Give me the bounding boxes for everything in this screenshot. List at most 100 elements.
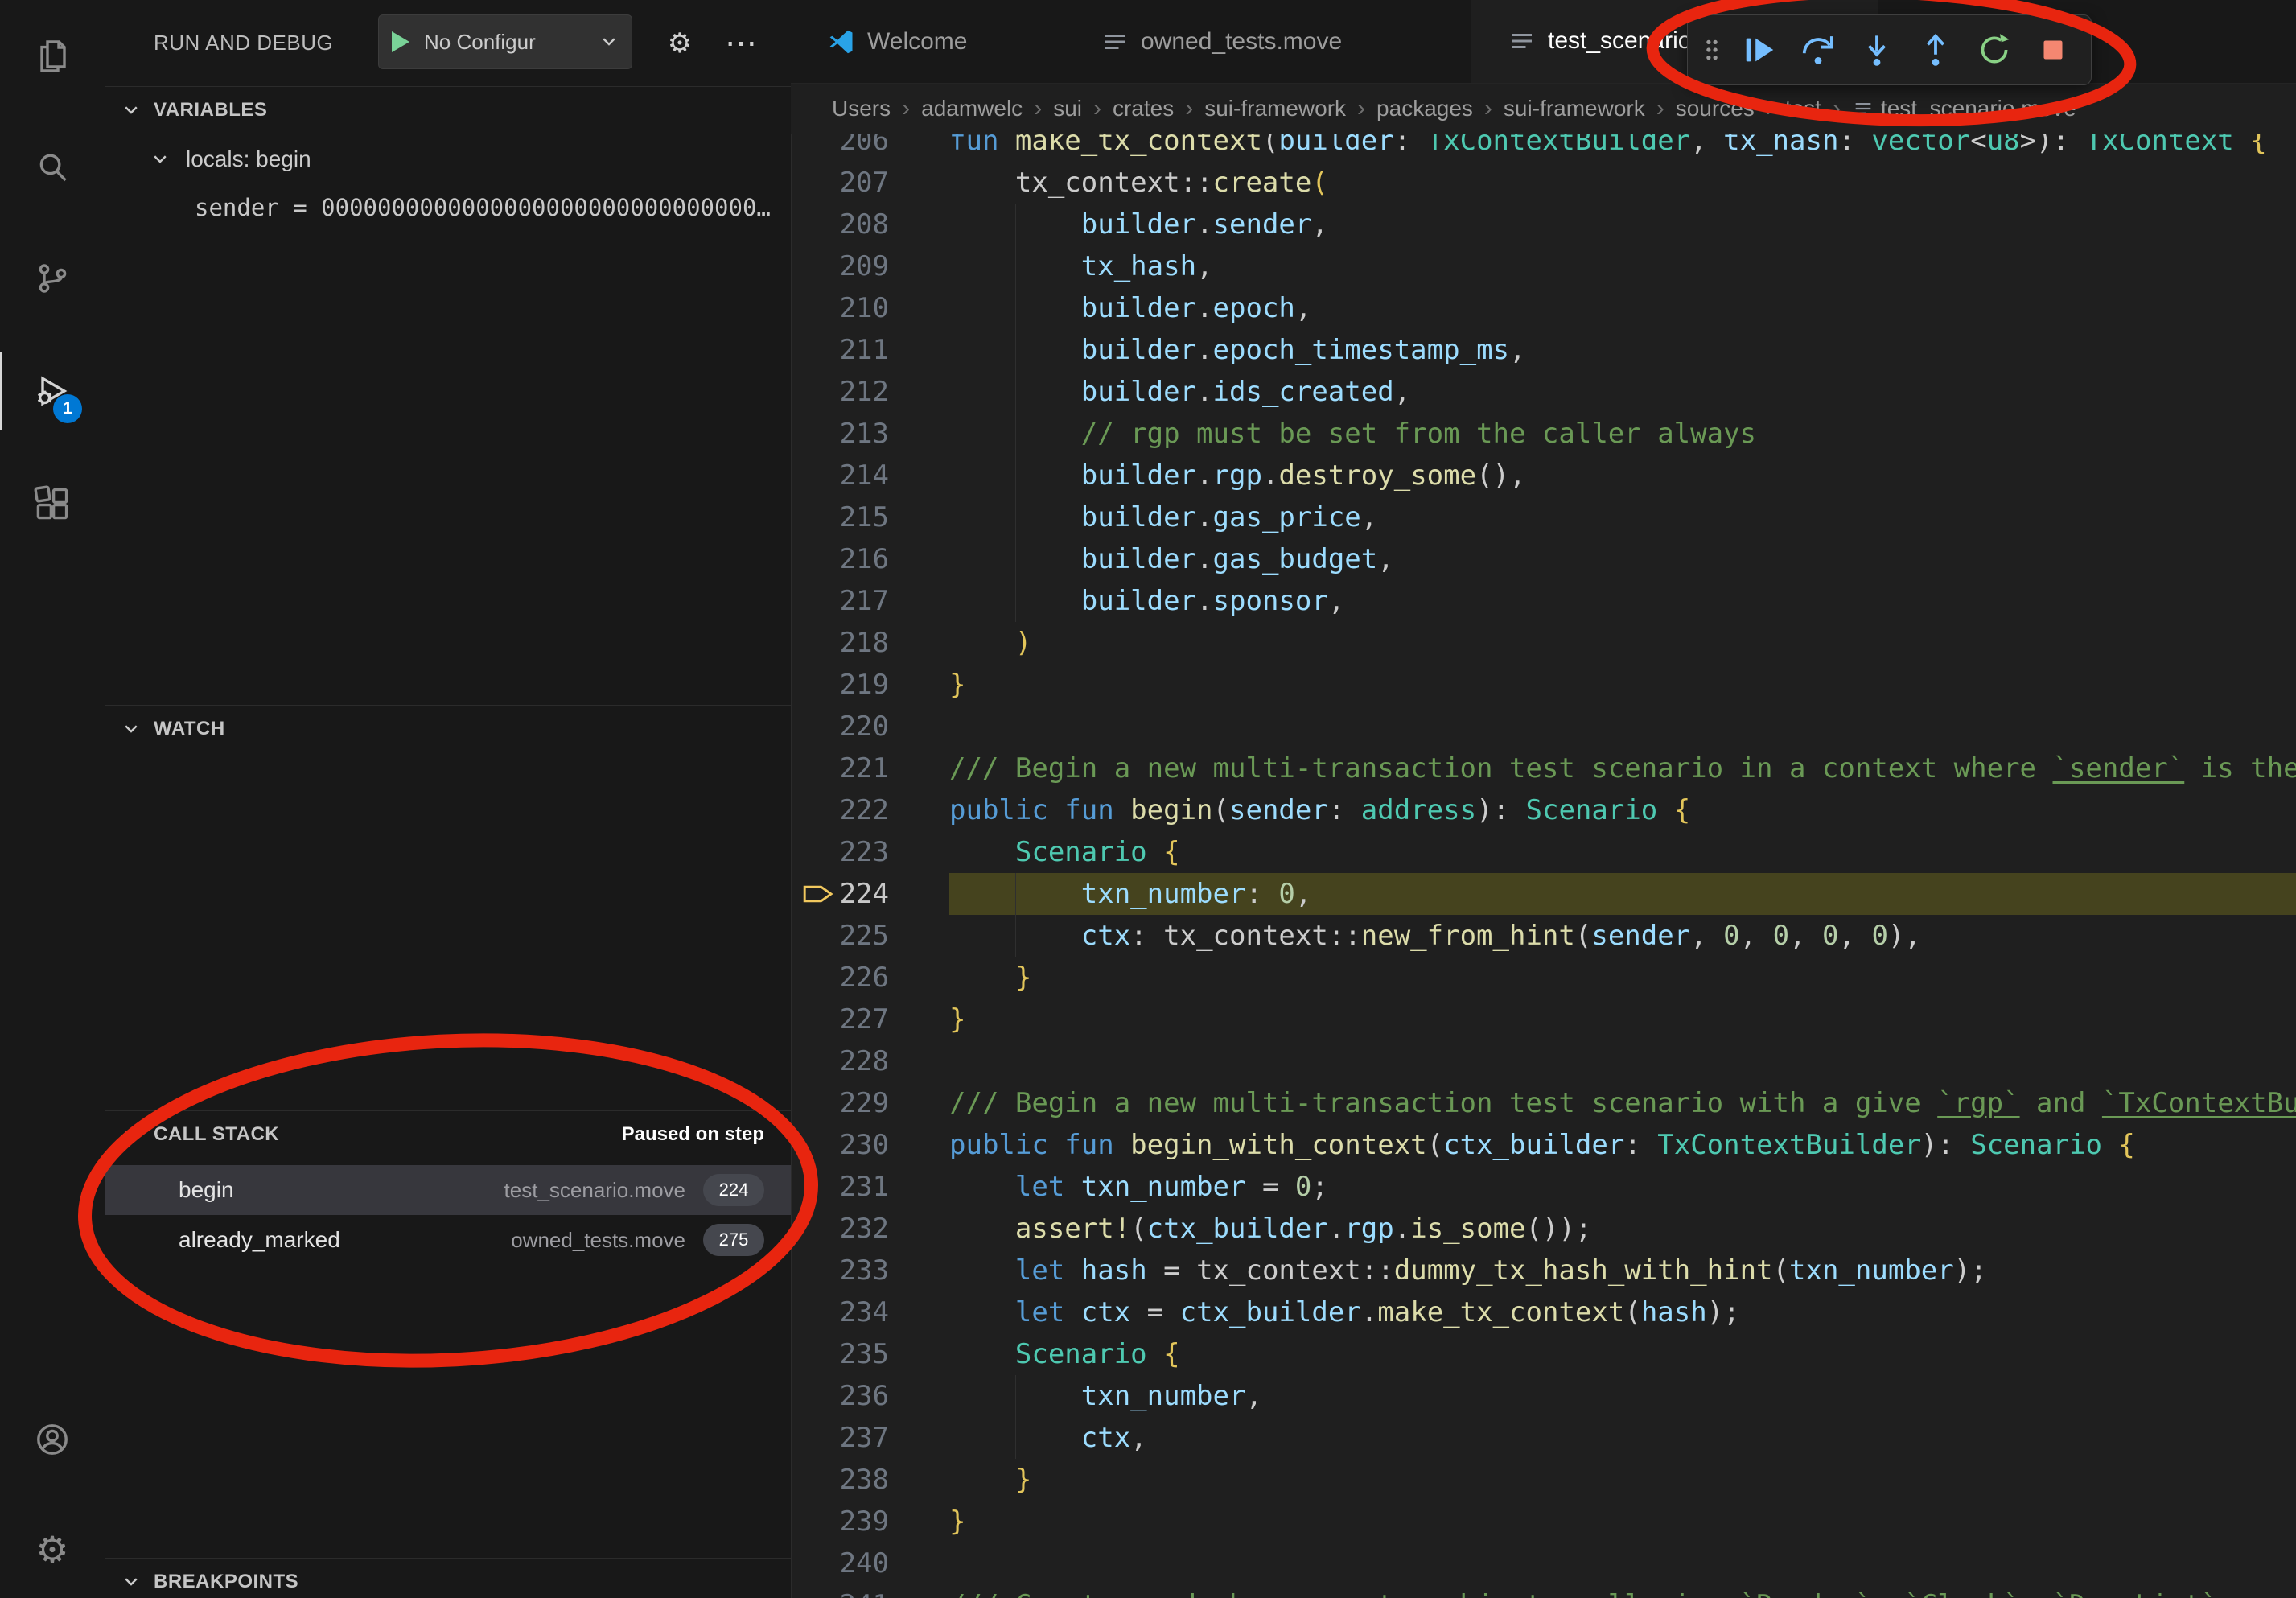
- editor-gutter[interactable]: 222: [791, 789, 949, 831]
- code-line-210[interactable]: 210 builder.epoch,: [791, 287, 2296, 329]
- code-text[interactable]: // rgp must be set from the caller alway…: [949, 413, 2296, 455]
- variables-section-header[interactable]: VARIABLES: [105, 86, 791, 134]
- tab-owned-tests-move[interactable]: owned_tests.move: [1064, 0, 1471, 83]
- editor-gutter[interactable]: 235: [791, 1333, 949, 1375]
- code-line-240[interactable]: 240: [791, 1542, 2296, 1584]
- editor-gutter[interactable]: 221: [791, 748, 949, 789]
- step-over-button[interactable]: [1788, 21, 1847, 79]
- search-icon[interactable]: [0, 129, 105, 206]
- code-text[interactable]: public fun begin_with_context(ctx_builde…: [949, 1124, 2296, 1166]
- code-line-241[interactable]: 241/// Creates and shares system objects…: [791, 1584, 2296, 1598]
- editor-gutter[interactable]: 207: [791, 162, 949, 204]
- step-out-button[interactable]: [1906, 21, 1965, 79]
- code-text[interactable]: builder.epoch_timestamp_ms,: [949, 329, 2296, 371]
- code-text[interactable]: ): [949, 622, 2296, 664]
- code-line-219[interactable]: 219}: [791, 664, 2296, 706]
- editor-gutter[interactable]: 215: [791, 496, 949, 538]
- code-line-220[interactable]: 220: [791, 706, 2296, 748]
- editor-gutter[interactable]: 226: [791, 957, 949, 999]
- code-line-237[interactable]: 237 ctx,: [791, 1417, 2296, 1459]
- code-text[interactable]: [949, 1040, 2296, 1082]
- code-text[interactable]: let ctx = ctx_builder.make_tx_context(ha…: [949, 1291, 2296, 1333]
- code-text[interactable]: [949, 1542, 2296, 1584]
- code-line-223[interactable]: 223 Scenario {: [791, 831, 2296, 873]
- line-number[interactable]: 212: [840, 376, 889, 408]
- code-text[interactable]: ctx,: [949, 1417, 2296, 1459]
- code-line-211[interactable]: 211 builder.epoch_timestamp_ms,: [791, 329, 2296, 371]
- code-line-208[interactable]: 208 builder.sender,: [791, 204, 2296, 245]
- editor-gutter[interactable]: 211: [791, 329, 949, 371]
- tab-welcome[interactable]: Welcome: [791, 0, 1064, 83]
- run-and-debug-icon[interactable]: 1: [0, 352, 105, 430]
- editor-gutter[interactable]: 239: [791, 1501, 949, 1542]
- call-stack-section-header[interactable]: CALL STACK Paused on step: [105, 1110, 791, 1158]
- editor-gutter[interactable]: 237: [791, 1417, 949, 1459]
- code-line-232[interactable]: 232 assert!(ctx_builder.rgp.is_some());: [791, 1208, 2296, 1250]
- line-number[interactable]: 227: [840, 1003, 889, 1036]
- continue-button[interactable]: [1730, 21, 1788, 79]
- code-text[interactable]: /// Begin a new multi-transaction test s…: [949, 1082, 2296, 1124]
- line-number[interactable]: 234: [840, 1296, 889, 1328]
- editor-gutter[interactable]: 238: [791, 1459, 949, 1501]
- debug-configuration-dropdown[interactable]: No Configur: [378, 14, 632, 69]
- line-number[interactable]: 233: [840, 1254, 889, 1287]
- line-number[interactable]: 218: [840, 627, 889, 659]
- extensions-icon[interactable]: [0, 465, 105, 542]
- line-number[interactable]: 235: [840, 1338, 889, 1370]
- breadcrumb-item[interactable]: crates: [1113, 96, 1174, 121]
- breadcrumb-item[interactable]: packages: [1376, 96, 1473, 121]
- editor-gutter[interactable]: 228: [791, 1040, 949, 1082]
- breakpoints-section-header[interactable]: BREAKPOINTS: [105, 1558, 791, 1598]
- line-number[interactable]: 209: [840, 250, 889, 282]
- code-text[interactable]: builder.rgp.destroy_some(),: [949, 455, 2296, 496]
- code-text[interactable]: assert!(ctx_builder.rgp.is_some());: [949, 1208, 2296, 1250]
- breadcrumb-item[interactable]: Users: [832, 96, 891, 121]
- editor-gutter[interactable]: 227: [791, 999, 949, 1040]
- code-line-214[interactable]: 214 builder.rgp.destroy_some(),: [791, 455, 2296, 496]
- code-text[interactable]: [949, 706, 2296, 748]
- code-text[interactable]: builder.gas_price,: [949, 496, 2296, 538]
- editor-gutter[interactable]: 214: [791, 455, 949, 496]
- settings-gear-icon[interactable]: ⚙: [0, 1511, 105, 1588]
- line-number[interactable]: 210: [840, 292, 889, 324]
- line-number[interactable]: 215: [840, 501, 889, 533]
- line-number[interactable]: 213: [840, 418, 889, 450]
- code-text[interactable]: builder.sponsor,: [949, 580, 2296, 622]
- editor-gutter[interactable]: 208: [791, 204, 949, 245]
- code-line-212[interactable]: 212 builder.ids_created,: [791, 371, 2296, 413]
- code-line-222[interactable]: 222public fun begin(sender: address): Sc…: [791, 789, 2296, 831]
- editor-gutter[interactable]: 225: [791, 915, 949, 957]
- code-line-229[interactable]: 229 /// Begin a new multi-transaction tes…: [791, 1082, 2296, 1124]
- line-number[interactable]: 229: [840, 1087, 889, 1119]
- code-text[interactable]: /// Creates and shares system objects, a…: [949, 1584, 2296, 1598]
- line-number[interactable]: 222: [840, 794, 889, 826]
- code-line-234[interactable]: 234 let ctx = ctx_builder.make_tx_contex…: [791, 1291, 2296, 1333]
- breadcrumb-item[interactable]: sui-framework: [1204, 96, 1346, 121]
- editor-gutter[interactable]: 231: [791, 1166, 949, 1208]
- call-stack-frame-already_marked[interactable]: already_markedowned_tests.move275: [105, 1215, 791, 1265]
- editor-gutter[interactable]: 216: [791, 538, 949, 580]
- line-number[interactable]: 228: [840, 1045, 889, 1077]
- stop-button[interactable]: [2023, 21, 2082, 79]
- editor-gutter[interactable]: 234: [791, 1291, 949, 1333]
- code-text[interactable]: }: [949, 1459, 2296, 1501]
- line-number[interactable]: 226: [840, 962, 889, 994]
- code-line-226[interactable]: 226 }: [791, 957, 2296, 999]
- editor-gutter[interactable]: 213: [791, 413, 949, 455]
- line-number[interactable]: 214: [840, 459, 889, 492]
- line-number[interactable]: 221: [840, 752, 889, 785]
- editor-gutter[interactable]: 223: [791, 831, 949, 873]
- account-icon[interactable]: [0, 1401, 105, 1478]
- line-number[interactable]: 238: [840, 1464, 889, 1496]
- line-number[interactable]: 208: [840, 208, 889, 241]
- line-number[interactable]: 237: [840, 1422, 889, 1454]
- line-number[interactable]: 220: [840, 710, 889, 743]
- editor-gutter[interactable]: 232: [791, 1208, 949, 1250]
- line-number[interactable]: 219: [840, 669, 889, 701]
- code-line-213[interactable]: 213 // rgp must be set from the caller a…: [791, 413, 2296, 455]
- code-line-228[interactable]: 228: [791, 1040, 2296, 1082]
- watch-section-header[interactable]: WATCH: [105, 705, 791, 752]
- editor-gutter[interactable]: 212: [791, 371, 949, 413]
- code-text[interactable]: let txn_number = 0;: [949, 1166, 2296, 1208]
- start-debug-icon[interactable]: [392, 31, 409, 52]
